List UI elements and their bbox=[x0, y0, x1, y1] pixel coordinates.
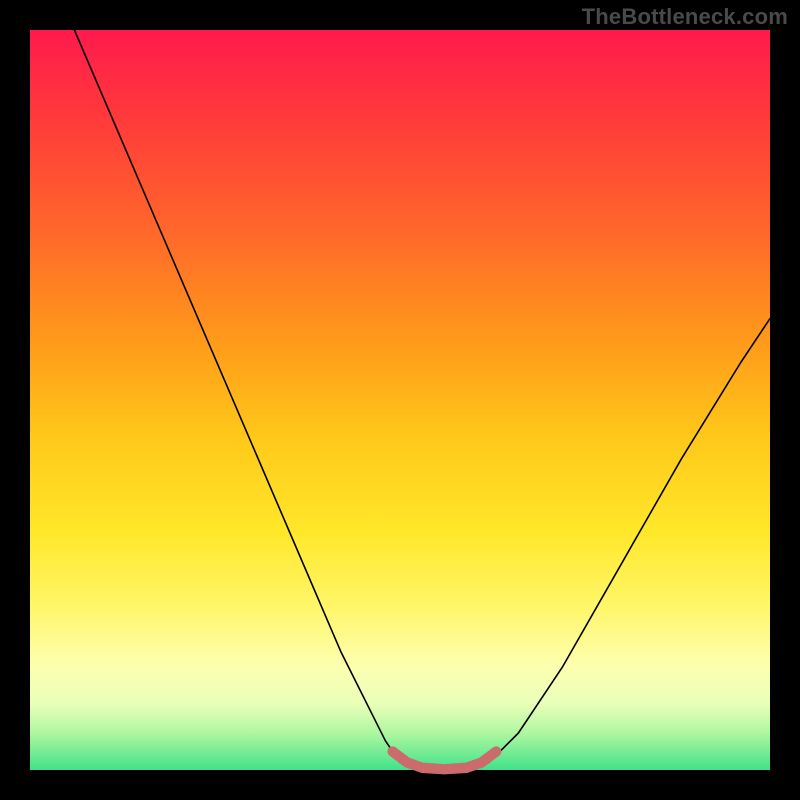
bottleneck-curve bbox=[74, 30, 770, 770]
chart-svg bbox=[30, 30, 770, 770]
optimal-band bbox=[393, 752, 497, 770]
chart-area bbox=[30, 30, 770, 770]
watermark: TheBottleneck.com bbox=[582, 4, 788, 30]
